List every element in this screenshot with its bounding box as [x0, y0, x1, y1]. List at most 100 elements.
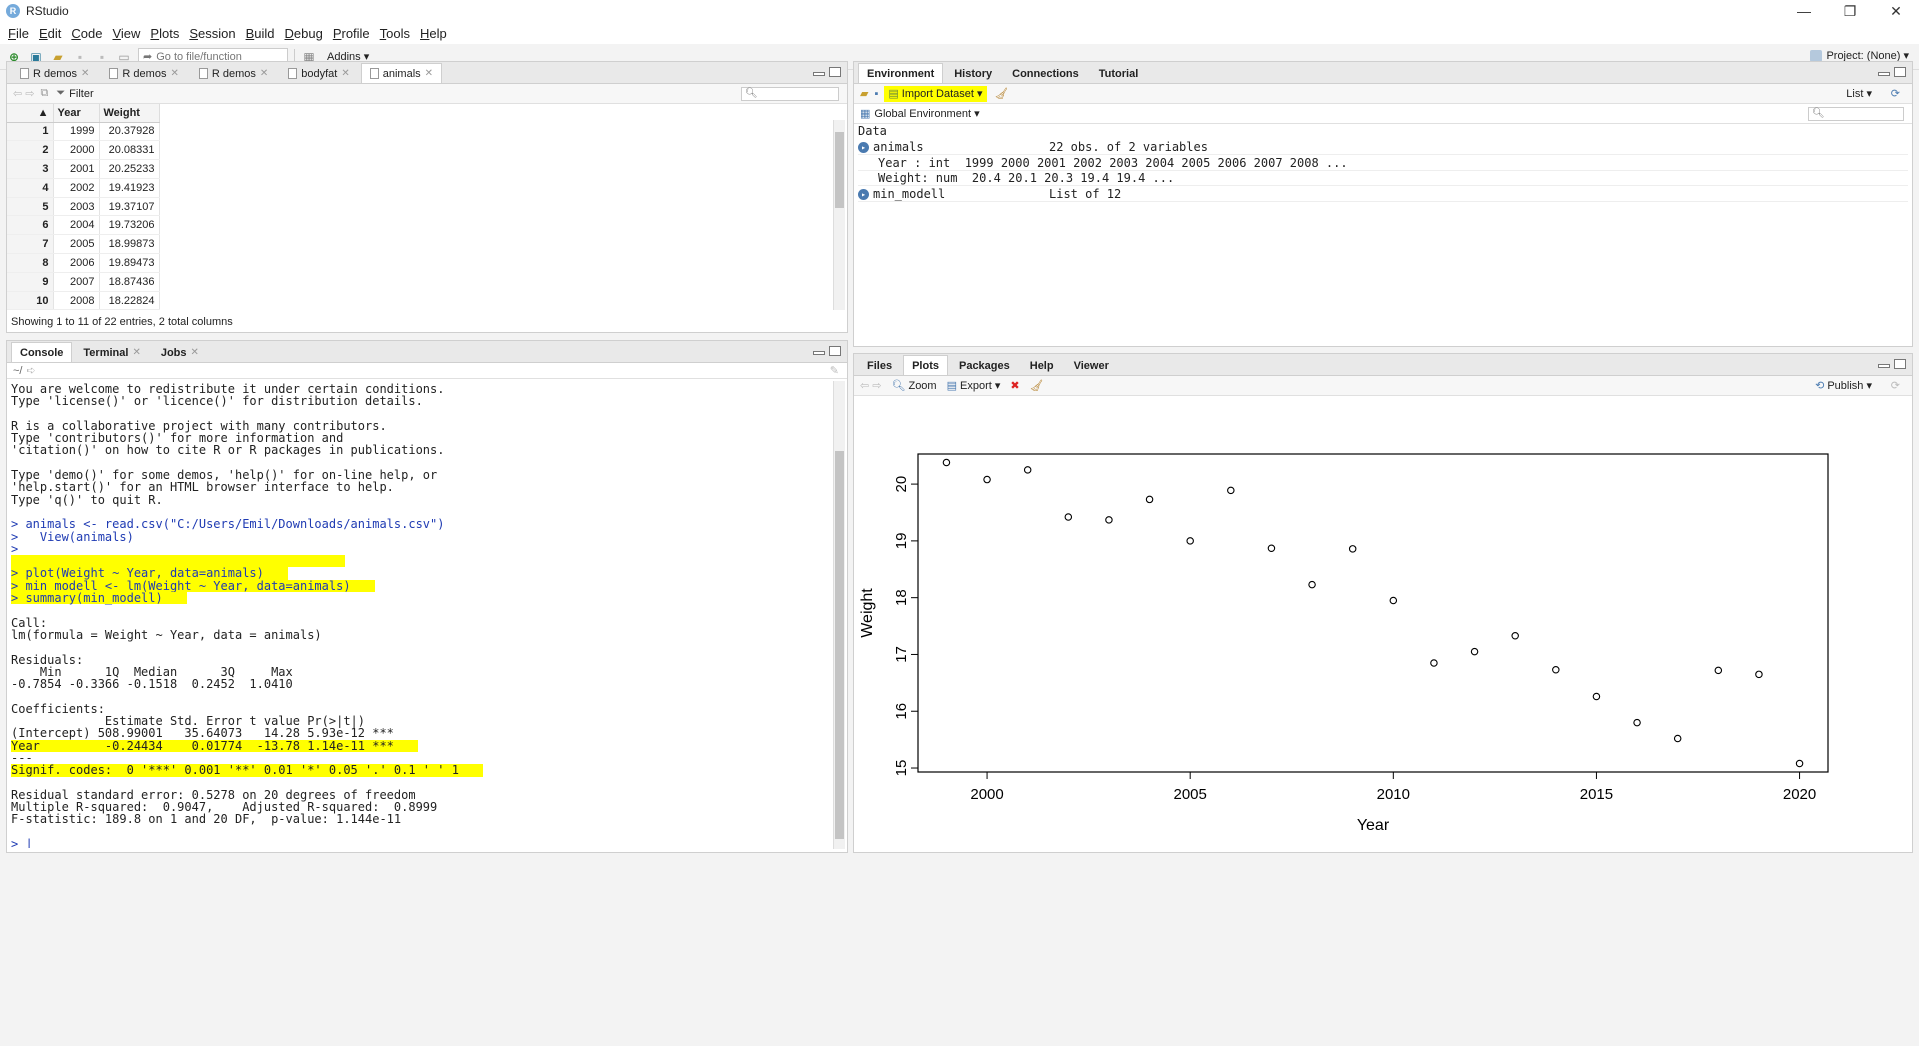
environment-object-row[interactable]: ▸ animals 22 obs. of 2 variables: [858, 140, 1908, 155]
data-point: [983, 475, 991, 484]
plot-frame: [917, 453, 1829, 773]
filter-button[interactable]: Filter: [69, 88, 93, 100]
tab-r-demos-3[interactable]: R demos ✕: [190, 63, 277, 83]
environment-scope-bar: ▦ Global Environment ▾ 🔍︎: [854, 104, 1912, 124]
refresh-icon[interactable]: ⟳: [1891, 87, 1900, 100]
environment-object-row[interactable]: Weight: num 20.4 20.1 20.3 19.4 19.4 ...: [858, 171, 1908, 186]
tab-viewer[interactable]: Viewer: [1065, 355, 1118, 375]
menu-build[interactable]: Build: [246, 26, 275, 41]
goto-dir-icon[interactable]: ➪: [26, 364, 35, 377]
tab-plots[interactable]: Plots: [903, 355, 948, 375]
minimize-pane-icon[interactable]: [1878, 364, 1890, 368]
close-tab-icon[interactable]: ✕: [81, 68, 89, 79]
menu-file[interactable]: File: [8, 26, 29, 41]
close-tab-icon[interactable]: ✕: [132, 347, 140, 358]
console-scrollbar[interactable]: [833, 381, 845, 849]
environment-scope-select[interactable]: Global Environment ▾: [874, 107, 979, 120]
filter-icon[interactable]: ⏷: [56, 87, 65, 100]
maximize-button[interactable]: ❐: [1827, 0, 1873, 22]
menu-profile[interactable]: Profile: [333, 26, 370, 41]
tab-history[interactable]: History: [945, 63, 1001, 83]
close-tab-icon[interactable]: ✕: [425, 68, 433, 79]
working-directory[interactable]: ~/: [13, 365, 22, 377]
close-tab-icon[interactable]: ✕: [191, 347, 199, 358]
minimize-button[interactable]: —: [1781, 0, 1827, 22]
menu-session[interactable]: Session: [189, 26, 235, 41]
tab-console[interactable]: Console: [11, 342, 73, 362]
search-icon: 🔍︎: [1812, 108, 1825, 119]
minimize-pane-icon[interactable]: [1878, 72, 1890, 76]
tab-bodyfat[interactable]: bodyfat ✕: [279, 63, 358, 83]
refresh-plot-icon[interactable]: ⟳: [1891, 379, 1900, 392]
year-cell: 2002: [53, 178, 100, 198]
popout-icon[interactable]: ⧉: [41, 87, 49, 100]
tab-animals[interactable]: animals ✕: [360, 63, 443, 83]
import-dataset-button[interactable]: ▤ Import Dataset ▾: [884, 85, 987, 102]
save-workspace-icon[interactable]: ▪: [874, 88, 878, 100]
tab-r-demos-1[interactable]: R demos ✕: [11, 63, 98, 83]
object-value: 22 obs. of 2 variables: [1049, 140, 1208, 154]
view-mode-select[interactable]: List ▾: [1846, 87, 1872, 100]
tab-tutorial[interactable]: Tutorial: [1090, 63, 1148, 83]
row-number: 9: [7, 272, 54, 292]
environment-object-row[interactable]: Year : int 1999 2000 2001 2002 2003 2004…: [858, 156, 1908, 171]
plot-nav-arrows-icon[interactable]: ⇦ ⇨: [860, 379, 882, 392]
tab-terminal[interactable]: Terminal ✕: [74, 342, 149, 362]
close-tab-icon[interactable]: ✕: [341, 68, 349, 79]
load-workspace-icon[interactable]: ▰: [860, 87, 868, 100]
back-arrow-icon[interactable]: ⇦ ⇨: [13, 87, 35, 100]
x-tick-label: 2005: [1174, 786, 1207, 803]
menu-tools[interactable]: Tools: [380, 26, 410, 41]
minimize-pane-icon[interactable]: [813, 351, 825, 355]
publish-button[interactable]: ⟲ Publish ▾: [1815, 379, 1872, 392]
tab-files[interactable]: Files: [858, 355, 901, 375]
tab-help[interactable]: Help: [1021, 355, 1063, 375]
environment-search-input[interactable]: 🔍︎: [1808, 106, 1904, 121]
column-header-year[interactable]: Year: [53, 104, 100, 123]
menu-view[interactable]: View: [112, 26, 140, 41]
menu-edit[interactable]: Edit: [39, 26, 61, 41]
column-header-weight[interactable]: Weight: [99, 104, 160, 123]
weight-cell: 20.37928: [99, 122, 160, 142]
menu-debug[interactable]: Debug: [285, 26, 323, 41]
close-button[interactable]: ✕: [1873, 0, 1919, 22]
clear-console-icon[interactable]: ✎: [830, 364, 839, 377]
tab-connections[interactable]: Connections: [1003, 63, 1088, 83]
expand-icon[interactable]: ▸: [858, 142, 869, 153]
expand-icon[interactable]: ▸: [858, 188, 869, 200]
broom-clear-icon[interactable]: 🧹︎: [995, 87, 1009, 100]
minimize-pane-icon[interactable]: [813, 72, 825, 76]
remove-plot-icon[interactable]: ✖: [1010, 379, 1019, 392]
broom-clear-plots-icon[interactable]: 🧹︎: [1030, 379, 1044, 392]
close-tab-icon[interactable]: ✕: [170, 68, 178, 79]
plots-toolbar: ⇦ ⇨ 🔍︎ Zoom ▤ Export ▾ ✖ 🧹︎ ⟲ Publish ▾ …: [854, 376, 1912, 396]
console-line: > animals <- read.csv("C:/Users/Emil/Dow…: [11, 517, 445, 532]
maximize-pane-icon[interactable]: [1894, 67, 1906, 77]
tab-environment[interactable]: Environment: [858, 63, 944, 83]
close-tab-icon[interactable]: ✕: [260, 68, 268, 79]
data-point: [1552, 666, 1560, 674]
export-button[interactable]: Export ▾: [960, 379, 1000, 392]
tab-label: History: [954, 67, 993, 80]
console-line: > |: [11, 836, 33, 848]
weight-cell: 20.25233: [99, 159, 160, 179]
console-output[interactable]: You are welcome to redistribute it under…: [11, 383, 831, 848]
zoom-button[interactable]: Zoom: [908, 380, 936, 392]
menu-code[interactable]: Code: [71, 26, 102, 41]
dataviewer-scrollbar[interactable]: [833, 120, 845, 310]
tab-label: Help: [1029, 359, 1054, 372]
menu-plots[interactable]: Plots: [150, 26, 179, 41]
environment-object-row[interactable]: ▸ min_modell List of 12: [858, 187, 1908, 202]
menu-help[interactable]: Help: [420, 26, 447, 41]
object-value: Year : int 1999 2000 2001 2002 2003 2004…: [878, 155, 1348, 170]
rownum-header[interactable]: ▲: [7, 104, 54, 123]
data-point: [1064, 513, 1073, 521]
maximize-pane-icon[interactable]: [1894, 359, 1906, 369]
maximize-pane-icon[interactable]: [829, 346, 841, 356]
document-icon: [109, 68, 119, 79]
dataviewer-search-input[interactable]: 🔍︎: [741, 86, 839, 101]
tab-jobs[interactable]: Jobs ✕: [152, 342, 208, 362]
tab-r-demos-2[interactable]: R demos ✕: [100, 63, 187, 83]
maximize-pane-icon[interactable]: [829, 67, 841, 77]
tab-packages[interactable]: Packages: [950, 355, 1019, 375]
